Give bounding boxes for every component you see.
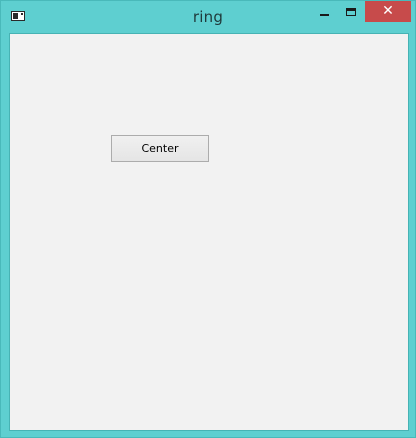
minimize-icon (320, 14, 329, 16)
maximize-icon (346, 8, 356, 16)
center-button[interactable]: Center (111, 135, 209, 162)
minimize-button[interactable] (314, 3, 336, 25)
title-bar[interactable]: ring ✕ (1, 1, 415, 33)
close-button[interactable]: ✕ (365, 1, 411, 22)
maximize-button[interactable] (341, 3, 363, 25)
app-window: ring ✕ Center (0, 0, 416, 438)
close-icon: ✕ (382, 3, 394, 19)
client-area: Center (9, 33, 409, 431)
